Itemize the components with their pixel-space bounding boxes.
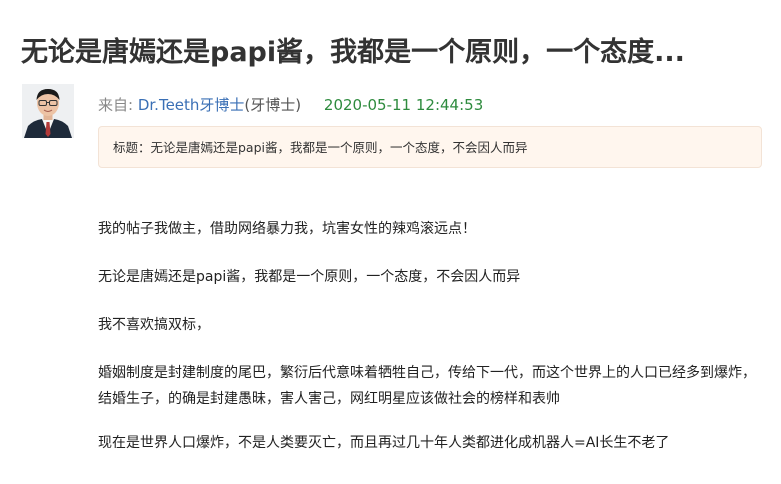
- from-label: 来自:: [98, 96, 134, 114]
- content-paragraph: 无论是唐嫣还是papi酱，我都是一个原则，一个态度，不会因人而异: [98, 269, 521, 285]
- author-photo: [22, 84, 74, 138]
- content-paragraph: 我不喜欢搞双标，: [98, 317, 210, 333]
- post-title: 无论是唐嫣还是papi酱，我都是一个原则，一个态度...: [21, 37, 685, 68]
- post-meta: 来自: Dr.Teeth牙博士(牙博士) 2020-05-11 12:44:53: [98, 94, 483, 116]
- content-paragraph: 婚姻制度是封建制度的尾巴，繁衍后代意味着牺牲自己，传给下一代，而这个世界上的人口…: [98, 365, 756, 407]
- author-alias: (牙博士): [244, 96, 302, 114]
- post-content: 我的帖子我做主，借助网络暴力我，坑害女性的辣鸡滚远点！ 无论是唐嫣还是papi酱…: [98, 216, 768, 478]
- post-date: 2020-05-11 12:44:53: [323, 96, 484, 114]
- content-paragraph: 现在是世界人口爆炸，不是人类要灭亡，而且再过几十年人类都进化成机器人=AI长生不…: [98, 435, 670, 451]
- content-paragraph: 我的帖子我做主，借助网络暴力我，坑害女性的辣鸡滚远点！: [98, 221, 476, 237]
- subject-box: 标题：无论是唐嫣还是papi酱，我都是一个原则，一个态度，不会因人而异: [98, 126, 762, 168]
- author-avatar[interactable]: [22, 84, 74, 138]
- author-link[interactable]: Dr.Teeth牙博士: [138, 96, 245, 114]
- subject-text: 标题：无论是唐嫣还是papi酱，我都是一个原则，一个态度，不会因人而异: [113, 140, 528, 155]
